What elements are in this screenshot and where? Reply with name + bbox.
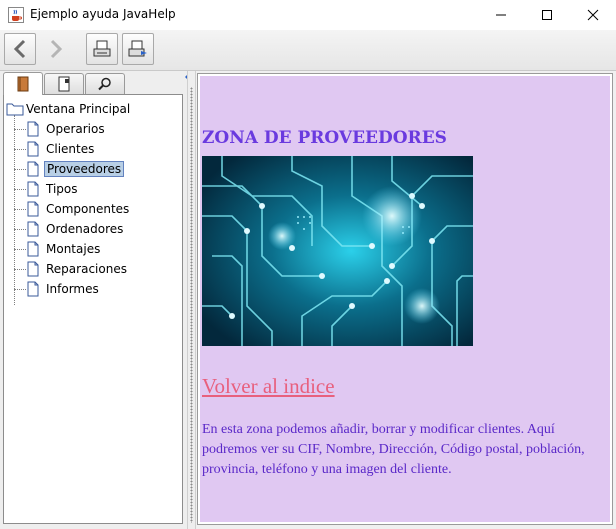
back-to-index-link[interactable]: Volver al indice <box>202 374 335 399</box>
tree-item-label: Montajes <box>46 242 101 256</box>
tree-item-label: Componentes <box>46 202 130 216</box>
tree-item-label: Proveedores <box>44 161 125 177</box>
tree-item-label: Operarios <box>46 122 105 136</box>
tab-index[interactable] <box>44 73 84 94</box>
close-icon <box>587 9 599 21</box>
tree-root[interactable]: Ventana Principal <box>6 100 130 118</box>
print-button[interactable] <box>86 33 118 65</box>
folder-icon <box>6 103 24 116</box>
forward-button[interactable] <box>40 33 72 65</box>
description-text: En esta zona podemos añadir, borrar y mo… <box>202 422 585 477</box>
help-content: ZONA DE PROVEEDORES Volver al indice En … <box>200 76 610 522</box>
tree-item[interactable]: Montajes <box>26 240 102 258</box>
close-button[interactable] <box>570 0 616 30</box>
maximize-icon <box>542 10 552 20</box>
toc-book-icon <box>17 76 29 92</box>
tree-root-label: Ventana Principal <box>26 102 131 116</box>
circuit-board-image <box>202 156 473 346</box>
page-icon <box>27 121 39 137</box>
java-cup-icon <box>8 7 24 23</box>
maximize-button[interactable] <box>524 0 570 30</box>
tree-connector <box>14 269 26 270</box>
content-frame: ZONA DE PROVEEDORES Volver al indice En … <box>197 73 613 525</box>
page-heading: ZONA DE PROVEEDORES <box>202 128 447 148</box>
tree-item-label: Reparaciones <box>46 262 127 276</box>
tree-connector <box>14 189 26 190</box>
splitter-grip <box>190 87 193 523</box>
print-icon <box>93 40 111 57</box>
tree-connector <box>14 115 15 305</box>
window-title: Ejemplo ayuda JavaHelp <box>30 7 176 21</box>
page-icon <box>27 161 39 177</box>
tree-item[interactable]: Clientes <box>26 140 96 158</box>
page-icon <box>27 181 39 197</box>
tree-connector <box>14 149 26 150</box>
page-icon <box>27 141 39 157</box>
page-icon <box>27 241 39 257</box>
tree-item[interactable]: Componentes <box>26 200 131 218</box>
navigator-pane: Ventana Principal Operarios Clientes Prove… <box>0 71 189 529</box>
tab-contents[interactable] <box>3 72 43 95</box>
page-icon <box>27 261 39 277</box>
splitter[interactable] <box>187 71 196 529</box>
toc-tree: Ventana Principal Operarios Clientes Prove… <box>3 94 183 524</box>
minimize-icon <box>496 14 506 16</box>
tree-item[interactable]: Informes <box>26 280 101 298</box>
tree-item-label: Informes <box>46 282 99 296</box>
minimize-button[interactable] <box>478 0 524 30</box>
tree-connector <box>14 249 26 250</box>
tree-connector <box>14 209 26 210</box>
toolbar <box>0 30 616 71</box>
tree-item[interactable]: Proveedores <box>26 160 125 178</box>
forward-arrow-icon <box>50 39 63 59</box>
tree-item-label: Ordenadores <box>46 222 124 236</box>
tree-item[interactable]: Tipos <box>26 180 80 198</box>
tree-item[interactable]: Reparaciones <box>26 260 129 278</box>
index-icon <box>58 76 70 92</box>
tree-item[interactable]: Ordenadores <box>26 220 125 238</box>
back-button[interactable] <box>4 33 36 65</box>
tree-item-label: Clientes <box>46 142 95 156</box>
page-icon <box>27 201 39 217</box>
tree-connector <box>14 129 26 130</box>
page-icon <box>27 281 39 297</box>
tab-search[interactable] <box>85 73 125 94</box>
search-icon <box>98 77 111 91</box>
tree-connector <box>14 289 26 290</box>
tree-item-label: Tipos <box>46 182 78 196</box>
page-icon <box>27 221 39 237</box>
tree-connector <box>14 169 26 170</box>
tree-item[interactable]: Operarios <box>26 120 107 138</box>
page-setup-button[interactable] <box>122 33 154 65</box>
tree-connector <box>14 229 26 230</box>
title-bar: Ejemplo ayuda JavaHelp <box>0 0 616 30</box>
page-setup-icon <box>128 40 147 57</box>
back-arrow-icon <box>13 39 26 59</box>
